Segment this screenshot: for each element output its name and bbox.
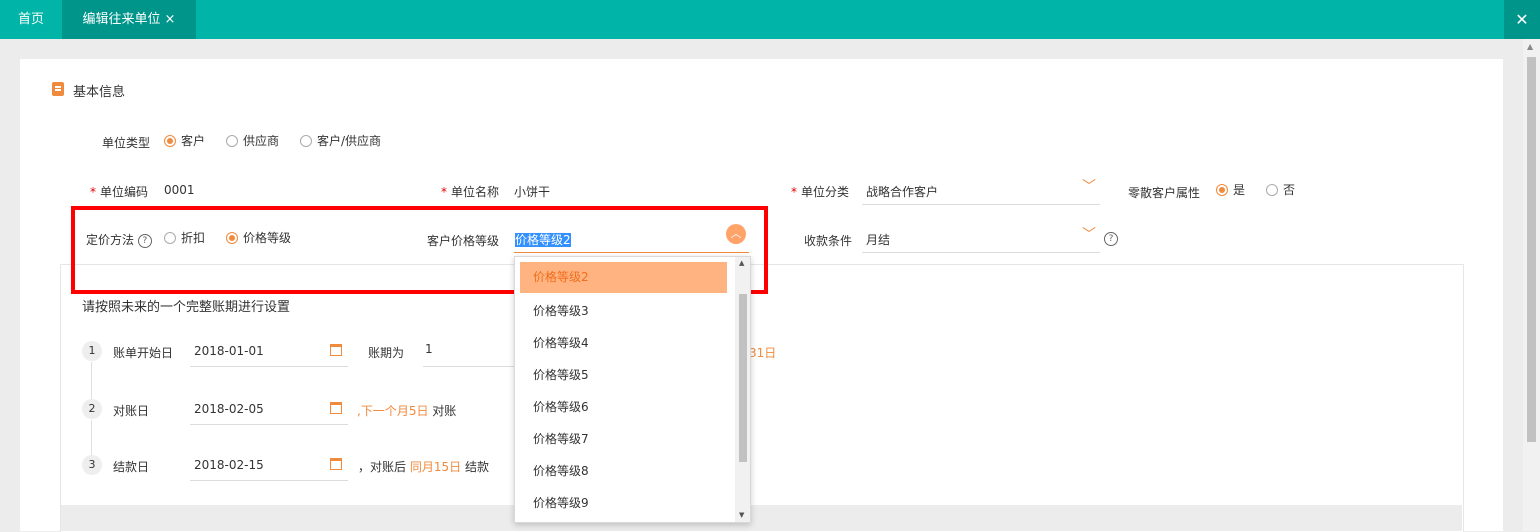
- start-date-field[interactable]: 2018-01-01: [194, 344, 264, 358]
- step-connector: [91, 362, 92, 400]
- settle-note-prefix: ，对账后: [358, 460, 407, 474]
- unit-code-label: * 单位编码: [90, 185, 149, 199]
- retail-attr-label: 零散客户属性: [1128, 186, 1201, 200]
- price-level-dropdown[interactable]: 价格等级2 价格等级3 价格等级4 价格等级5 价格等级6 价格等级7 价格等级…: [514, 256, 751, 523]
- date-underline: [190, 480, 348, 481]
- payment-terms-label: 收款条件: [804, 234, 853, 248]
- dropdown-option[interactable]: 价格等级7: [533, 423, 589, 455]
- radio-checked-icon: [1216, 183, 1228, 196]
- radio-unchecked-icon: [1266, 183, 1278, 196]
- settle-note-suffix: 结款: [464, 460, 489, 474]
- chevron-down-icon[interactable]: ﹀: [1082, 176, 1096, 196]
- calendar-icon[interactable]: [330, 402, 342, 414]
- tab-edit-unit-label: 编辑往来单位: [82, 12, 161, 27]
- radio-retail-no-label: 否: [1283, 183, 1296, 197]
- radio-checked-icon: [164, 134, 176, 147]
- dropdown-option-label: 价格等级2: [533, 270, 589, 284]
- top-tab-bar: 首页 编辑往来单位 × ✕: [0, 0, 1540, 39]
- unit-name-label: * 单位名称: [441, 185, 500, 199]
- step-number: 2: [82, 399, 102, 419]
- scroll-up-icon[interactable]: ▲: [739, 259, 744, 267]
- page-scrollbar[interactable]: ▲: [1523, 39, 1540, 531]
- panel-footer: [61, 505, 1462, 531]
- unit-code-field[interactable]: 0001: [164, 183, 195, 197]
- window-close-icon[interactable]: ✕: [1504, 0, 1540, 39]
- radio-retail-no[interactable]: 否: [1266, 181, 1295, 198]
- date-underline: [190, 366, 348, 367]
- close-icon[interactable]: ×: [165, 12, 176, 27]
- help-icon-glyph: ?: [1104, 231, 1118, 246]
- step-number: 3: [82, 455, 102, 475]
- dropdown-scroll-thumb[interactable]: [739, 294, 747, 462]
- dropdown-option[interactable]: 价格等级5: [533, 359, 589, 391]
- recon-note-suffix: 对账: [432, 404, 457, 418]
- scroll-up-icon[interactable]: ▲: [1527, 42, 1533, 51]
- billing-instruction: 请按照未来的一个完整账期进行设置: [82, 300, 291, 315]
- step-label: 对账日: [113, 404, 150, 418]
- unit-code-label-text: 单位编码: [100, 185, 149, 199]
- dropdown-scrollbar[interactable]: ▲ ▼: [735, 257, 750, 522]
- radio-retail-yes-label: 是: [1233, 183, 1246, 197]
- page-scroll-thumb[interactable]: [1527, 57, 1536, 442]
- help-icon[interactable]: ?: [1104, 231, 1118, 246]
- payment-terms-underline: [862, 252, 1100, 253]
- dropdown-option-selected[interactable]: 价格等级2: [520, 262, 727, 293]
- unit-name-label-text: 单位名称: [451, 185, 500, 199]
- period-end-text: 31日: [749, 346, 777, 360]
- step-label: 账单开始日: [113, 346, 174, 360]
- period-input[interactable]: 1: [425, 342, 433, 356]
- step-label: 结款日: [113, 460, 150, 474]
- dropdown-option[interactable]: 价格等级6: [533, 391, 589, 423]
- period-underline: [423, 366, 515, 367]
- recon-note-highlight: ,下一个月5日: [357, 404, 429, 418]
- dropdown-option[interactable]: 价格等级4: [533, 327, 589, 359]
- dropdown-option[interactable]: 价格等级3: [533, 295, 589, 327]
- tab-edit-unit[interactable]: 编辑往来单位 ×: [62, 0, 196, 39]
- radio-unchecked-icon: [226, 134, 238, 147]
- step-number: 1: [82, 341, 102, 361]
- calendar-icon[interactable]: [330, 344, 342, 356]
- unit-name-field[interactable]: 小饼干: [514, 183, 550, 200]
- unit-category-select[interactable]: 战略合作客户: [866, 183, 938, 200]
- unit-type-label: 单位类型: [102, 136, 151, 150]
- settle-date-field[interactable]: 2018-02-15: [194, 458, 264, 472]
- recon-note: ,下一个月5日 对账: [357, 402, 456, 419]
- radio-customer-supplier-label: 客户/供应商: [317, 134, 382, 148]
- date-underline: [190, 424, 348, 425]
- radio-supplier[interactable]: 供应商: [226, 132, 279, 149]
- payment-terms-select[interactable]: 月结: [866, 231, 890, 248]
- scroll-down-icon[interactable]: ▼: [739, 511, 744, 519]
- unit-category-label: * 单位分类: [791, 185, 850, 199]
- dropdown-option[interactable]: 价格等级9: [533, 487, 589, 519]
- radio-customer[interactable]: 客户: [164, 132, 205, 149]
- radio-customer-label: 客户: [181, 134, 206, 148]
- step-connector: [91, 420, 92, 456]
- dropdown-option[interactable]: 价格等级8: [533, 455, 589, 487]
- chevron-down-icon[interactable]: ﹀: [1082, 224, 1096, 244]
- document-icon: [52, 82, 64, 96]
- settle-note: ，对账后 同月15日 结款: [358, 458, 489, 475]
- recon-date-field[interactable]: 2018-02-05: [194, 402, 264, 416]
- tab-home[interactable]: 首页: [0, 0, 62, 39]
- radio-unchecked-icon: [300, 134, 312, 147]
- unit-category-label-text: 单位分类: [801, 185, 850, 199]
- radio-supplier-label: 供应商: [243, 134, 280, 148]
- unit-category-underline: [862, 204, 1100, 205]
- section-title: 基本信息: [73, 85, 126, 100]
- period-label: 账期为: [368, 346, 405, 360]
- settle-note-highlight: 同月15日: [409, 460, 462, 474]
- radio-customer-supplier[interactable]: 客户/供应商: [300, 132, 381, 149]
- radio-retail-yes[interactable]: 是: [1216, 181, 1245, 198]
- calendar-icon[interactable]: [330, 458, 342, 470]
